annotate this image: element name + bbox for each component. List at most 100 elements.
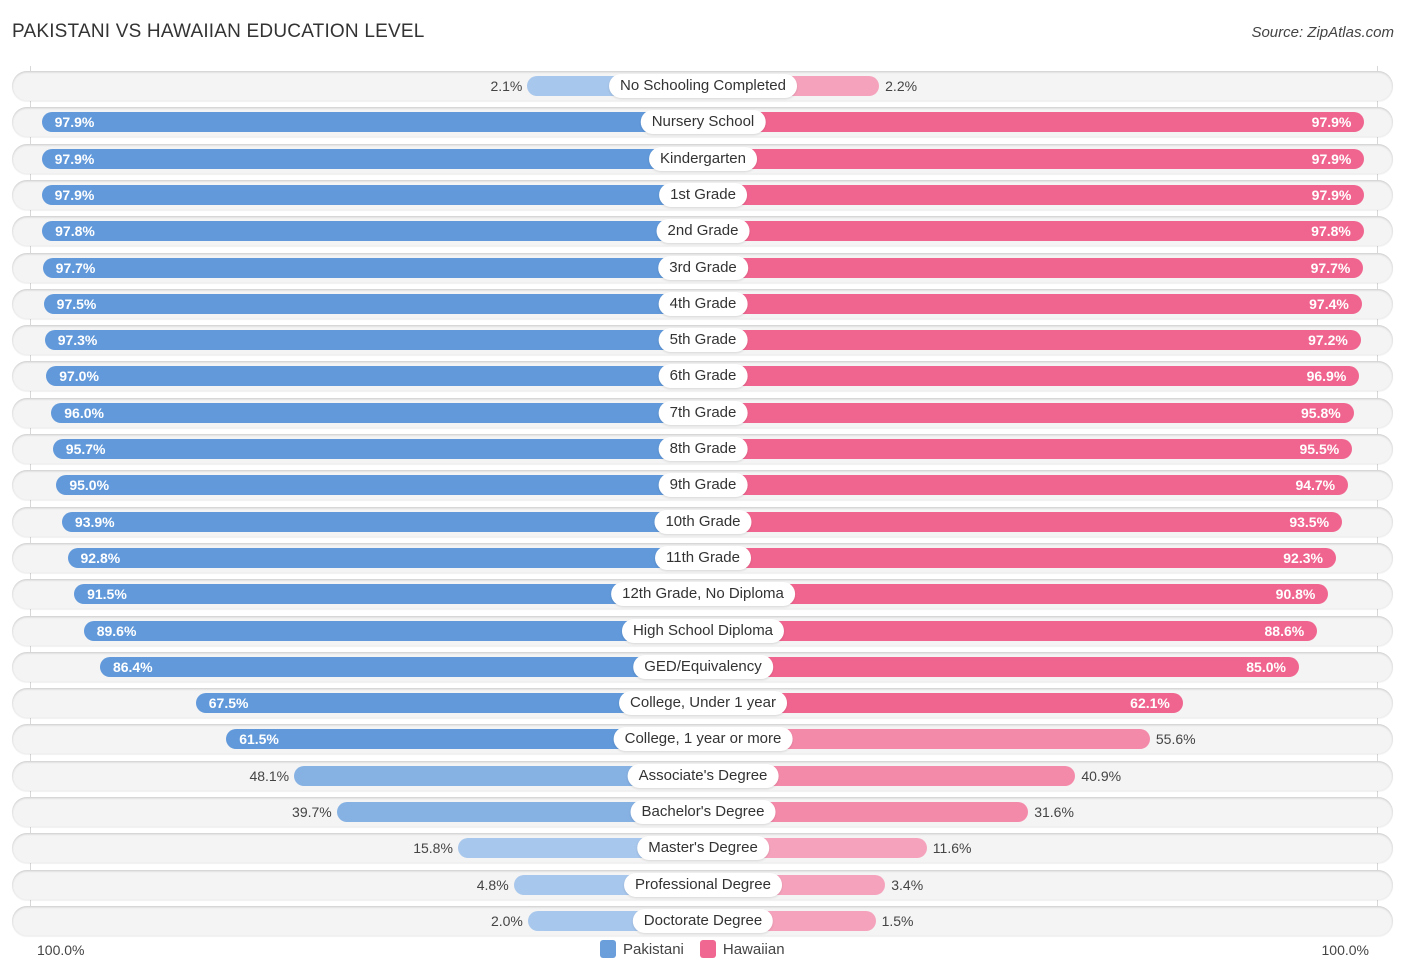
bar-pakistani (67, 547, 703, 568)
bar-hawaiian (703, 402, 1354, 423)
category-label: 4th Grade (658, 291, 748, 316)
value-label-hawaiian: 31.6% (1034, 804, 1074, 820)
value-label-pakistani: 97.8% (55, 223, 95, 240)
value-label-pakistani: 97.0% (59, 368, 99, 385)
value-label-hawaiian: 97.9% (1311, 150, 1352, 167)
value-label-pakistani: 97.3% (57, 332, 98, 349)
category-label: 12th Grade, No Diploma (611, 582, 795, 607)
value-label-pakistani: 86.4% (112, 658, 153, 675)
bar-hawaiian (703, 330, 1361, 351)
category-label: College, Under 1 year (619, 691, 787, 716)
value-label-hawaiian: 55.6% (1155, 731, 1196, 748)
axis-label-right: 100.0% (1321, 942, 1369, 958)
value-label-pakistani: 2.0% (490, 912, 523, 929)
value-label-hawaiian: 97.8% (1311, 223, 1351, 240)
bar-pakistani (41, 184, 703, 205)
bar-pakistani (42, 257, 703, 278)
category-label: 5th Grade (658, 328, 748, 353)
category-label: Associate's Degree (627, 763, 779, 788)
bar-hawaiian (703, 257, 1364, 278)
value-label-pakistani: 92.8% (80, 549, 121, 566)
value-label-hawaiian: 3.4% (891, 876, 924, 893)
value-label-hawaiian: 94.7% (1295, 477, 1336, 494)
category-label: Master's Degree (637, 836, 769, 861)
value-label-pakistani: 95.0% (69, 477, 110, 494)
legend-item-pakistani: Pakistani (600, 940, 684, 958)
category-label: 7th Grade (658, 400, 748, 425)
value-label-pakistani: 97.7% (55, 259, 96, 276)
bar-pakistani (56, 475, 703, 496)
value-label-pakistani: 61.5% (239, 731, 279, 748)
value-label-hawaiian: 97.9% (1311, 186, 1352, 203)
value-label-pakistani: 48.1% (249, 767, 290, 784)
bar-pakistani (74, 584, 703, 605)
value-label-hawaiian: 11.6% (932, 840, 972, 857)
value-label-hawaiian: 85.0% (1246, 658, 1286, 675)
bar-hawaiian (703, 148, 1365, 169)
category-label: 2nd Grade (656, 219, 750, 244)
value-label-pakistani: 2.1% (490, 78, 523, 94)
category-label: 10th Grade (654, 509, 752, 534)
bar-hawaiian (703, 293, 1362, 314)
value-label-hawaiian: 90.8% (1275, 586, 1316, 603)
value-label-hawaiian: 1.5% (881, 912, 914, 929)
bar-pakistani (52, 439, 703, 459)
legend-swatch-hawaiian (699, 940, 716, 958)
bar-hawaiian (703, 221, 1364, 242)
value-label-pakistani: 4.8% (476, 876, 509, 893)
category-label: Doctorate Degree (632, 908, 774, 933)
value-label-pakistani: 93.9% (74, 513, 115, 530)
bar-hawaiian (703, 439, 1353, 459)
value-label-hawaiian: 97.4% (1309, 295, 1349, 312)
value-label-hawaiian: 93.5% (1289, 513, 1330, 530)
category-label: GED/Equivalency (633, 654, 773, 679)
value-label-pakistani: 97.9% (54, 186, 95, 203)
bar-pakistani (41, 112, 703, 133)
value-label-pakistani: 91.5% (87, 586, 127, 603)
value-label-hawaiian: 40.9% (1081, 767, 1122, 784)
bar-pakistani (43, 293, 703, 314)
axis-label-left: 100.0% (37, 942, 85, 958)
category-label: Professional Degree (624, 872, 782, 897)
category-label: Bachelor's Degree (630, 800, 776, 824)
value-label-hawaiian: 62.1% (1130, 695, 1170, 712)
category-label: 8th Grade (658, 437, 748, 461)
value-label-hawaiian: 96.9% (1306, 368, 1347, 385)
bar-pakistani (51, 402, 703, 423)
value-label-hawaiian: 2.2% (885, 78, 918, 94)
value-label-pakistani: 89.6% (96, 622, 137, 639)
value-label-pakistani: 95.7% (65, 441, 106, 457)
category-label: 9th Grade (658, 473, 748, 498)
bar-pakistani (42, 221, 703, 242)
category-label: 6th Grade (658, 364, 748, 389)
bar-pakistani (99, 656, 703, 677)
legend-swatch-pakistani (600, 940, 616, 958)
value-label-hawaiian: 97.9% (1311, 114, 1352, 131)
category-label: High School Diploma (621, 618, 785, 643)
legend-label-hawaiian: Hawaiian (722, 940, 785, 958)
value-label-pakistani: 97.9% (54, 114, 95, 131)
bar-hawaiian (703, 584, 1329, 605)
value-label-hawaiian: 92.3% (1283, 549, 1323, 566)
bar-hawaiian (703, 112, 1365, 133)
chart-title: PAKISTANI VS HAWAIIAN EDUCATION LEVEL (12, 21, 425, 42)
bar-pakistani (61, 511, 703, 532)
category-label: 3rd Grade (658, 255, 748, 280)
source-label: Source: ZipAtlas.com (1251, 24, 1394, 41)
bar-hawaiian (703, 475, 1349, 496)
category-label: 1st Grade (659, 182, 747, 207)
value-label-hawaiian: 97.7% (1310, 259, 1351, 276)
value-label-pakistani: 97.9% (54, 150, 95, 167)
bar-pakistani (83, 620, 703, 641)
bar-pakistani (41, 148, 703, 169)
value-label-hawaiian: 97.2% (1308, 332, 1348, 349)
bar-hawaiian (703, 366, 1360, 387)
value-label-hawaiian: 88.6% (1264, 622, 1305, 639)
legend: Pakistani Hawaiian (600, 940, 793, 958)
bar-pakistani (46, 366, 703, 387)
category-label: 11th Grade (655, 545, 751, 570)
value-label-hawaiian: 95.8% (1301, 404, 1341, 421)
category-label: Nursery School (640, 110, 766, 135)
value-label-pakistani: 67.5% (208, 695, 249, 712)
category-label: Kindergarten (649, 146, 757, 171)
